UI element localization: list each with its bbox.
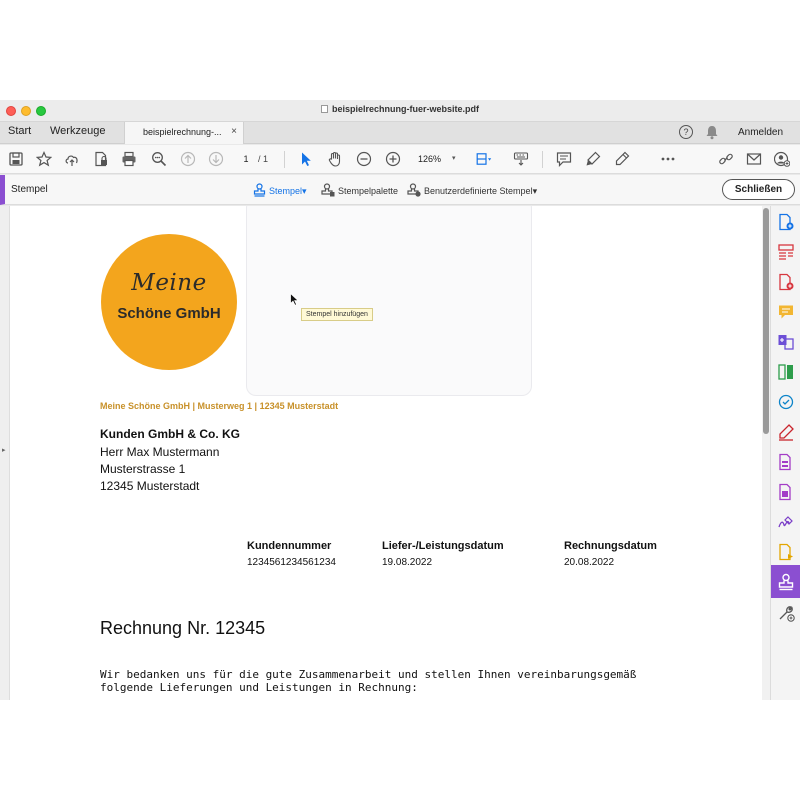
export-pdf-icon[interactable] (777, 213, 795, 231)
screenshot-canvas: beispielrechnung-fuer-website.pdf Start … (0, 0, 800, 800)
left-panel-toggle[interactable]: ▸ (0, 206, 10, 700)
stamp-menu-panel (246, 206, 532, 396)
tab-document[interactable]: beispielrechnung-... × (124, 122, 244, 144)
mail-icon[interactable] (746, 151, 762, 167)
request-signature-icon[interactable] (777, 513, 795, 531)
company-logo: Meine Schöne GmbH (101, 234, 237, 370)
comment-icon[interactable] (556, 151, 572, 167)
keyboard-tool-icon[interactable] (513, 151, 529, 167)
intro-line: folgende Lieferungen und Leistungen in R… (100, 681, 418, 694)
chevron-right-icon: ▸ (2, 447, 6, 454)
document-page: Meine Schöne GmbH Meine Schöne GmbH | Mu… (10, 206, 762, 700)
tab-document-label: beispielrechnung-... (143, 127, 222, 137)
window-title: beispielrechnung-fuer-website.pdf (0, 104, 800, 114)
tab-tools[interactable]: Werkzeuge (50, 125, 105, 137)
window-title-text: beispielrechnung-fuer-website.pdf (331, 104, 479, 114)
star-icon[interactable] (36, 151, 52, 167)
recipient-city: 12345 Musterstadt (100, 479, 200, 493)
protect-icon[interactable] (777, 483, 795, 501)
zoom-level-select[interactable]: 126% (418, 154, 441, 164)
combine-files-icon[interactable] (777, 333, 795, 351)
logo-script-text: Meine (131, 270, 207, 296)
chevron-down-icon: ▾ (302, 186, 307, 196)
highlighter-icon[interactable] (585, 151, 601, 167)
stamp-palette-label: Stempelpalette (338, 186, 399, 196)
hand-tool-icon[interactable] (327, 151, 343, 167)
intro-line: Wir bedanken uns für die gute Zusammenar… (100, 668, 637, 681)
prepare-form-icon[interactable] (777, 453, 795, 471)
create-pdf-icon[interactable] (777, 273, 795, 291)
acrobat-window: beispielrechnung-fuer-website.pdf Start … (0, 100, 800, 700)
custom-stamps-button[interactable]: Benutzerdefinierte Stempel▾ (407, 183, 537, 197)
recipient-company: Kunden GmbH & Co. KG (100, 427, 240, 441)
comment-tool-icon[interactable] (777, 303, 795, 321)
cloud-upload-icon[interactable] (64, 151, 80, 167)
close-tool-button[interactable]: Schließen (722, 179, 795, 200)
title-bar: beispielrechnung-fuer-website.pdf (0, 100, 800, 122)
vertical-scrollbar[interactable] (762, 206, 770, 700)
select-cursor-icon[interactable] (298, 151, 314, 167)
page-up-icon[interactable] (180, 151, 196, 167)
stamp-tool-icon[interactable] (777, 573, 795, 591)
document-lock-icon[interactable] (93, 151, 109, 167)
edit-pdf-icon[interactable] (777, 243, 795, 261)
main-toolbar: 1 / 1 126% ▾ (0, 145, 800, 174)
chevron-down-icon: ▾ (532, 186, 538, 196)
print-icon[interactable] (121, 151, 137, 167)
stamp-icon (253, 183, 266, 197)
tab-start[interactable]: Start (8, 125, 31, 137)
delivery-date-label: Liefer-/Leistungsdatum (382, 540, 504, 552)
invoice-date-value: 20.08.2022 (564, 557, 615, 568)
fit-page-icon[interactable] (476, 151, 492, 167)
right-tools-pane (770, 206, 800, 700)
zoom-in-icon[interactable] (385, 151, 401, 167)
stamp-palette-button[interactable]: Stempelpalette (321, 183, 398, 197)
custom-stamp-icon (407, 183, 421, 197)
recipient-person: Herr Max Mustermann (100, 445, 220, 459)
stamp-toolbar: Stempel Stempel▾ Stempelpalette Benutzer… (0, 175, 800, 205)
chevron-down-icon[interactable]: ▾ (452, 154, 456, 162)
delivery-date-value: 19.08.2022 (382, 557, 433, 568)
logo-company-text: Schöne GmbH (117, 305, 221, 322)
toolbar-divider (284, 151, 285, 168)
pdf-file-icon (320, 105, 328, 113)
share-link-icon[interactable] (718, 151, 734, 167)
organize-pages-icon[interactable] (777, 363, 795, 381)
zoom-search-icon[interactable] (151, 151, 167, 167)
draw-pen-icon[interactable] (614, 151, 630, 167)
fill-sign-icon[interactable] (777, 423, 795, 441)
scan-ocr-icon[interactable] (777, 393, 795, 411)
zoom-out-icon[interactable] (356, 151, 372, 167)
add-user-icon[interactable] (774, 151, 790, 167)
stamp-palette-icon (321, 183, 335, 197)
page-number-input[interactable]: 1 (236, 151, 256, 167)
sender-address-line: Meine Schöne GmbH | Musterweg 1 | 12345 … (100, 401, 339, 411)
stamp-tooltip: Stempel hinzufügen (301, 308, 373, 321)
page-down-icon[interactable] (208, 151, 224, 167)
toolbar-divider (542, 151, 543, 168)
more-options-icon[interactable] (660, 151, 676, 167)
intro-paragraph: Wir bedanken uns für die gute Zusammenar… (100, 668, 700, 694)
bell-icon[interactable] (705, 125, 719, 140)
stamp-dropdown-button[interactable]: Stempel▾ (253, 183, 307, 197)
invoice-title: Rechnung Nr. 12345 (100, 618, 266, 638)
more-tools-icon[interactable] (777, 604, 795, 622)
mouse-cursor-icon (290, 293, 299, 306)
scrollbar-thumb[interactable] (763, 208, 769, 434)
tab-close-icon[interactable]: × (231, 126, 237, 137)
recipient-street: Musterstrasse 1 (100, 462, 186, 476)
save-icon[interactable] (8, 151, 24, 167)
stamp-tool-title: Stempel (11, 184, 48, 195)
tab-bar: Start Werkzeuge beispielrechnung-... × ?… (0, 122, 800, 144)
sign-in-link[interactable]: Anmelden (738, 127, 783, 138)
invoice-date-label: Rechnungsdatum (564, 540, 657, 552)
customer-number-value: 1234561234561234 (247, 557, 336, 568)
page-total: / 1 (258, 154, 269, 164)
customer-number-label: Kundennummer (247, 540, 332, 552)
help-icon[interactable]: ? (679, 125, 693, 139)
send-for-review-icon[interactable] (777, 543, 795, 561)
custom-stamps-label: Benutzerdefinierte Stempel (424, 186, 533, 196)
stamp-dropdown-label: Stempel (269, 186, 303, 196)
